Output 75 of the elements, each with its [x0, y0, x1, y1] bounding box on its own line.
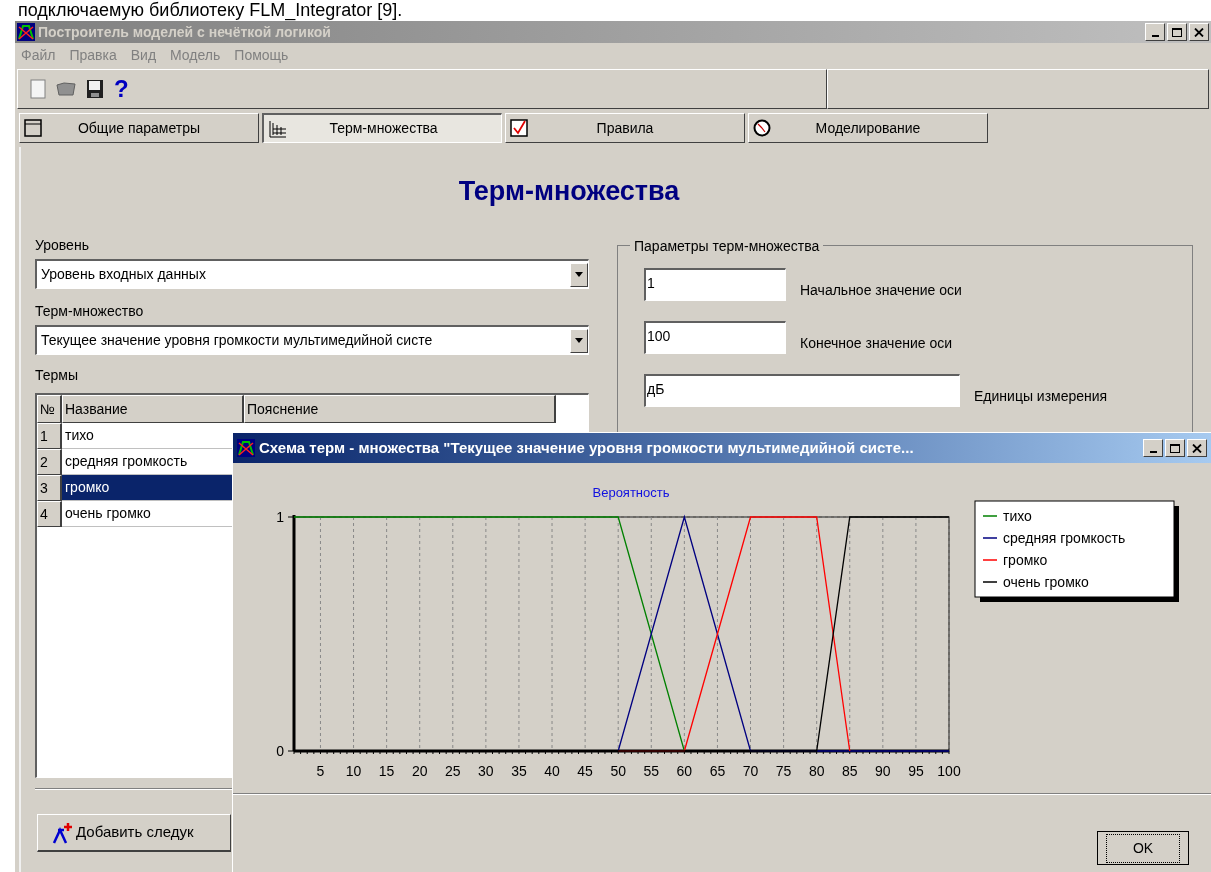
close-button[interactable] [1187, 439, 1207, 457]
legend-label: громко [1003, 552, 1048, 568]
term-set-dropdown[interactable]: Текущее значение уровня громкости мультимедийной систе [35, 325, 589, 355]
minimize-button[interactable] [1145, 23, 1165, 41]
ok-button[interactable]: OK [1097, 831, 1189, 865]
x-tick-label: 50 [610, 763, 626, 779]
chart-title: Вероятность [592, 485, 670, 500]
x-tick-label: 65 [709, 763, 726, 779]
x-tick-label: 20 [411, 763, 428, 779]
x-tick-label: 85 [841, 763, 858, 779]
column-header[interactable]: № [37, 395, 62, 423]
save-icon[interactable] [86, 79, 104, 99]
app-icon [17, 23, 35, 41]
legend-label: очень громко [1003, 574, 1089, 590]
field-label: Единицы измерения [974, 387, 1108, 406]
tab[interactable]: Моделирование [748, 113, 988, 143]
x-tick-label: 60 [676, 763, 693, 779]
field-label: Начальное значение оси [800, 281, 962, 300]
field-label: Терм-множество [35, 302, 145, 321]
y-tick-label: 0 [276, 743, 284, 759]
column-header[interactable]: Название [62, 395, 244, 423]
y-tick-label: 1 [276, 509, 284, 525]
x-tick-label: 35 [511, 763, 527, 779]
page-heading: Терм-множества [458, 174, 680, 208]
input-field[interactable]: 100 [644, 321, 786, 354]
x-tick-label: 45 [577, 763, 593, 779]
clock-icon [753, 119, 771, 137]
level-dropdown[interactable]: Уровень входных данных [35, 259, 589, 289]
row-number: 1 [37, 423, 62, 449]
add-shape-icon [52, 821, 74, 844]
maximize-button[interactable] [1165, 439, 1185, 457]
legend-label: средняя громкость [1003, 530, 1126, 546]
x-tick-label: 55 [643, 763, 660, 779]
x-tick-label: 80 [808, 763, 825, 779]
folder-icon[interactable] [56, 81, 76, 97]
x-tick-label: 100 [937, 763, 961, 779]
close-button[interactable] [1189, 23, 1209, 41]
x-tick-label: 95 [908, 763, 924, 779]
row-number: 4 [37, 501, 62, 527]
window-icon [24, 119, 42, 137]
x-tick-label: 70 [742, 763, 759, 779]
x-tick-label: 25 [445, 763, 461, 779]
help-button[interactable]: ? [114, 71, 129, 107]
close-icon [1194, 27, 1204, 37]
field-label: Термы [35, 366, 80, 385]
table-icon [268, 118, 288, 139]
x-tick-label: 10 [345, 763, 362, 779]
field-label: Уровень [35, 236, 90, 255]
tab[interactable]: Правила [505, 113, 745, 143]
column-header[interactable]: Пояснение [244, 395, 556, 423]
maximize-button[interactable] [1167, 23, 1187, 41]
legend-label: тихо [1003, 508, 1032, 524]
dialog-title: Схема терм - множества "Текущее значение уровня громкости мультимедийной систе... [259, 437, 914, 458]
add-button[interactable]: Добавить следук [37, 814, 231, 852]
row-number: 3 [37, 475, 62, 501]
close-icon [1192, 443, 1202, 453]
x-tick-label: 5 [316, 763, 325, 779]
input-field[interactable]: дБ [644, 374, 960, 407]
tab[interactable]: Терм-множества [262, 113, 502, 143]
x-tick-label: 30 [478, 763, 494, 779]
x-tick-label: 75 [775, 763, 792, 779]
field-label: Конечное значение оси [800, 334, 953, 353]
document-text: подключаемую библиотеку FLM_Integrator [9]. [17, 0, 404, 20]
caret-icon [575, 272, 583, 277]
x-tick-label: 40 [544, 763, 560, 779]
checkbox-icon [510, 119, 528, 137]
caret-icon [575, 338, 583, 343]
tab[interactable]: Общие параметры [19, 113, 259, 143]
app-icon [237, 439, 255, 457]
input-field[interactable]: 1 [644, 268, 786, 301]
x-tick-label: 15 [378, 763, 395, 779]
minimize-button[interactable] [1143, 439, 1163, 457]
window-title: Построитель моделей с нечёткой логикой [38, 22, 331, 42]
row-number: 2 [37, 449, 62, 475]
x-tick-label: 90 [875, 763, 891, 779]
